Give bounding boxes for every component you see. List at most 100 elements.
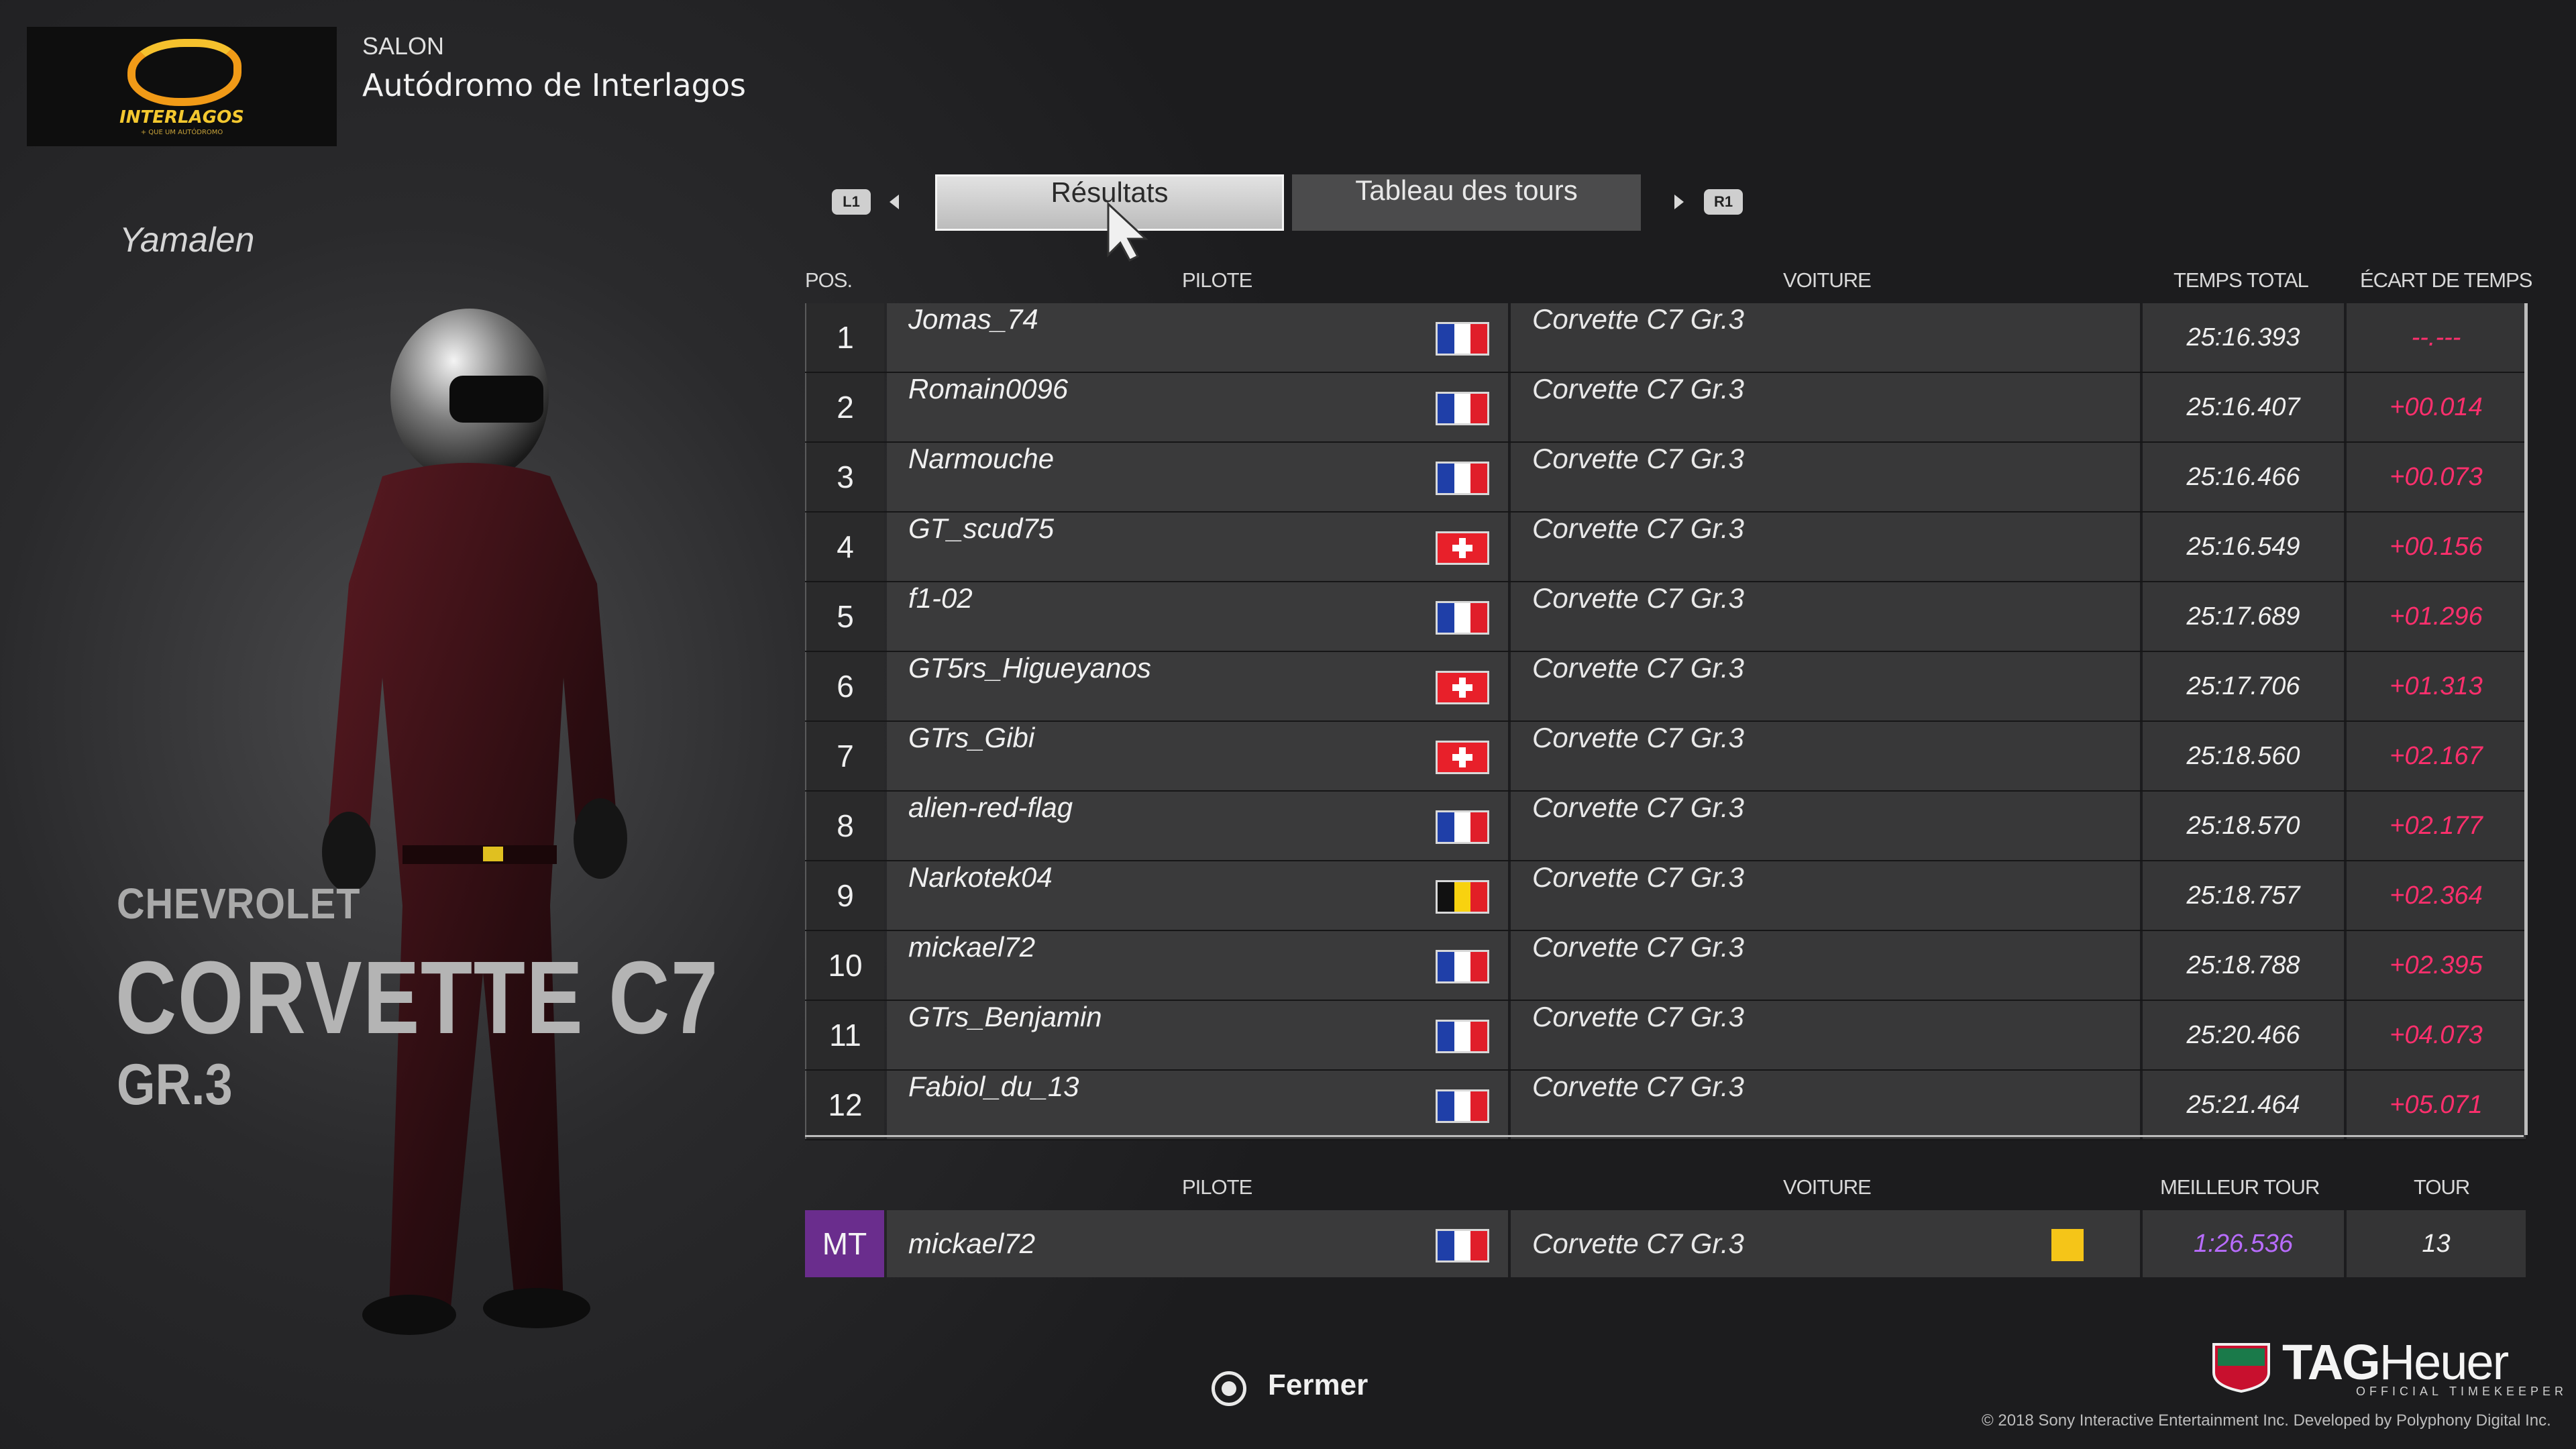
row-position: 5: [805, 582, 884, 651]
row-car-cell: Corvette C7 Gr.3: [1511, 303, 2140, 372]
row-car-name: Corvette C7 Gr.3: [1532, 1001, 1744, 1032]
row-total-time: 25:21.464: [2143, 1071, 2344, 1139]
table-row[interactable]: 3 Narmouche Corvette C7 Gr.3 25:16.466 +00.0…: [805, 443, 2526, 513]
row-position: 6: [805, 652, 884, 720]
row-car-name: Corvette C7 Gr.3: [1532, 722, 1744, 753]
row-total-time: 25:17.706: [2143, 652, 2344, 720]
row-time-gap: +01.313: [2347, 652, 2526, 720]
row-car-name: Corvette C7 Gr.3: [1532, 443, 1744, 474]
row-position: 2: [805, 373, 884, 441]
car-model: CORVETTE C7: [115, 940, 719, 1055]
row-driver-cell: Narmouche: [887, 443, 1508, 511]
tab-prev-arrow-icon[interactable]: [890, 195, 899, 209]
row-car-cell: Corvette C7 Gr.3: [1511, 861, 2140, 930]
row-car-name: Corvette C7 Gr.3: [1532, 1071, 1744, 1102]
row-driver-name: Narkotek04: [908, 861, 1053, 893]
row-car-name: Corvette C7 Gr.3: [1532, 792, 1744, 823]
row-time-gap: +01.296: [2347, 582, 2526, 651]
table-row[interactable]: 1 Jomas_74 Corvette C7 Gr.3 25:16.393 --.---: [805, 303, 2526, 373]
row-driver-name: Narmouche: [908, 443, 1055, 474]
row-car-name: Corvette C7 Gr.3: [1532, 303, 1744, 335]
table-row[interactable]: 11 GTrs_Benjamin Corvette C7 Gr.3 25:20.466…: [805, 1001, 2526, 1071]
track-logo-text: INTERLAGOS: [119, 107, 244, 127]
tag-heuer-logo: TAGHeuer: [2282, 1334, 2509, 1390]
row-driver-cell: alien-red-flag: [887, 792, 1508, 860]
circle-button-icon[interactable]: [1212, 1371, 1246, 1406]
track-name: Autódromo de Interlagos: [362, 67, 746, 103]
copyright-notice: © 2018 Sony Interactive Entertainment In…: [1982, 1411, 2551, 1430]
row-total-time: 25:16.393: [2143, 303, 2344, 372]
row-position: 7: [805, 722, 884, 790]
row-total-time: 25:20.466: [2143, 1001, 2344, 1069]
table-row[interactable]: 12 Fabiol_du_13 Corvette C7 Gr.3 25:21.464 +…: [805, 1071, 2526, 1140]
row-total-time: 25:18.560: [2143, 722, 2344, 790]
col-gap-header: ÉCART DE TEMPS: [2360, 268, 2532, 292]
row-driver-cell: Jomas_74: [887, 303, 1508, 372]
row-driver-name: Fabiol_du_13: [908, 1071, 1079, 1102]
flag-switzerland-icon: [1436, 531, 1489, 565]
tab-next-arrow-icon[interactable]: [1674, 195, 1684, 209]
row-position: 9: [805, 861, 884, 930]
tag-heuer-tagline: OFFICIAL TIMEKEEPER: [2356, 1385, 2568, 1398]
row-position: 4: [805, 513, 884, 581]
row-car-cell: Corvette C7 Gr.3: [1511, 1001, 2140, 1069]
row-driver-cell: GTrs_Gibi: [887, 722, 1508, 790]
best-lap-time-header: MEILLEUR TOUR: [2160, 1175, 2320, 1199]
track-logo-icon: [127, 39, 241, 106]
table-scrollbar[interactable]: [2524, 303, 2528, 1135]
lobby-label: SALON: [362, 32, 445, 60]
row-driver-cell: Narkotek04: [887, 861, 1508, 930]
row-driver-cell: GTrs_Benjamin: [887, 1001, 1508, 1069]
flag-france-icon: [1436, 1089, 1489, 1123]
row-time-gap: +02.177: [2347, 792, 2526, 860]
row-car-cell: Corvette C7 Gr.3: [1511, 513, 2140, 581]
row-total-time: 25:18.757: [2143, 861, 2344, 930]
driver-figure: [322, 309, 627, 1335]
flag-france-icon: [1436, 392, 1489, 425]
row-driver-cell: Fabiol_du_13: [887, 1071, 1508, 1139]
table-row[interactable]: 2 Romain0096 Corvette C7 Gr.3 25:16.407 +00.…: [805, 373, 2526, 443]
row-driver-name: GT5rs_Higueyanos: [908, 652, 1151, 684]
row-car-cell: Corvette C7 Gr.3: [1511, 722, 2140, 790]
table-row[interactable]: 5 f1-02 Corvette C7 Gr.3 25:17.689 +01.296: [805, 582, 2526, 652]
row-time-gap: +05.071: [2347, 1071, 2526, 1139]
row-position: 8: [805, 792, 884, 860]
table-divider: [805, 1135, 2524, 1137]
row-car-cell: Corvette C7 Gr.3: [1511, 443, 2140, 511]
row-time-gap: +04.073: [2347, 1001, 2526, 1069]
table-row[interactable]: 8 alien-red-flag Corvette C7 Gr.3 25:18.570…: [805, 792, 2526, 861]
tab-lap-table[interactable]: Tableau des tours: [1292, 174, 1641, 231]
r1-button-hint[interactable]: R1: [1704, 189, 1743, 215]
best-lap-row[interactable]: MT mickael72 Corvette C7 Gr.3 1:26.536 1…: [805, 1210, 2526, 1277]
table-row[interactable]: 10 mickael72 Corvette C7 Gr.3 25:18.788 +02.…: [805, 931, 2526, 1001]
row-time-gap: --.---: [2347, 303, 2526, 372]
table-row[interactable]: 4 GT_scud75 Corvette C7 Gr.3 25:16.549 +00.1…: [805, 513, 2526, 582]
table-row[interactable]: 6 GT5rs_Higueyanos Corvette C7 Gr.3 25:17.7…: [805, 652, 2526, 722]
row-driver-cell: f1-02: [887, 582, 1508, 651]
row-time-gap: +02.364: [2347, 861, 2526, 930]
flag-france-icon: [1436, 950, 1489, 983]
row-driver-cell: Romain0096: [887, 373, 1508, 441]
row-car-name: Corvette C7 Gr.3: [1532, 652, 1744, 684]
row-car-name: Corvette C7 Gr.3: [1532, 373, 1744, 405]
row-total-time: 25:18.788: [2143, 931, 2344, 1000]
table-row[interactable]: 7 GTrs_Gibi Corvette C7 Gr.3 25:18.560 +02.1…: [805, 722, 2526, 792]
track-logo-subtext: + QUE UM AUTÓDROMO: [140, 129, 223, 136]
close-button[interactable]: Fermer: [1268, 1368, 1368, 1402]
row-time-gap: +02.167: [2347, 722, 2526, 790]
best-lap-time: 1:26.536: [2143, 1210, 2344, 1277]
row-driver-name: Romain0096: [908, 373, 1069, 405]
best-lap-number-header: TOUR: [2414, 1175, 2470, 1199]
row-position: 1: [805, 303, 884, 372]
row-total-time: 25:16.466: [2143, 443, 2344, 511]
player-name: Yamalen: [119, 221, 255, 260]
l1-button-hint[interactable]: L1: [832, 189, 871, 215]
flag-france-icon: [1436, 1020, 1489, 1053]
row-time-gap: +02.395: [2347, 931, 2526, 1000]
table-row[interactable]: 9 Narkotek04 Corvette C7 Gr.3 25:18.757 +02.…: [805, 861, 2526, 931]
cursor-icon: [1107, 201, 1148, 262]
row-car-name: Corvette C7 Gr.3: [1532, 582, 1744, 614]
col-total-time-header: TEMPS TOTAL: [2174, 268, 2309, 292]
row-total-time: 25:17.689: [2143, 582, 2344, 651]
flag-france-icon: [1436, 1229, 1489, 1263]
